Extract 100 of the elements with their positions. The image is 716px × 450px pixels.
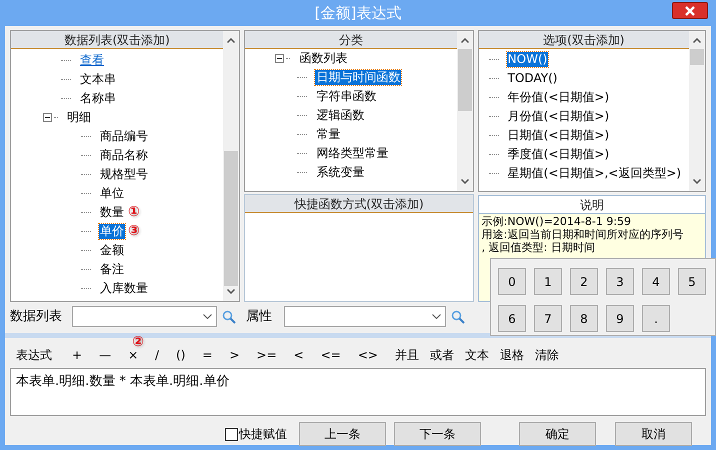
keypad-key[interactable]: 0 bbox=[498, 268, 526, 295]
tree-connector bbox=[81, 174, 91, 175]
search-icon[interactable] bbox=[451, 310, 465, 324]
operator-button[interactable]: >= bbox=[252, 347, 281, 363]
dialog-button[interactable]: 上一条 bbox=[299, 422, 386, 446]
tree-item[interactable]: 网络类型常量 bbox=[315, 146, 390, 161]
tree-item[interactable]: 系统变量 bbox=[315, 165, 366, 180]
operator-button[interactable]: () bbox=[172, 347, 190, 363]
dialog-button[interactable]: 下一条 bbox=[394, 422, 481, 446]
tree-connector bbox=[81, 288, 91, 289]
tree-item[interactable]: 金额 bbox=[99, 243, 125, 258]
tree-item[interactable]: 日期值(<日期值>) bbox=[506, 128, 610, 143]
tree-item[interactable]: 日期与时间函数 bbox=[315, 70, 402, 85]
tree-item[interactable]: 逻辑函数 bbox=[315, 108, 366, 123]
scroll-up-icon[interactable] bbox=[692, 38, 701, 43]
tree-item[interactable]: 数量 bbox=[99, 205, 125, 220]
tree-connector bbox=[488, 97, 499, 98]
collapse-icon[interactable] bbox=[43, 113, 52, 122]
scroll-up-icon[interactable] bbox=[460, 38, 469, 43]
tree-item[interactable]: 备注 bbox=[99, 262, 125, 277]
tree-item[interactable]: 名称串 bbox=[79, 91, 117, 106]
operator-button[interactable]: <= bbox=[316, 347, 345, 363]
keypad-key[interactable]: 5 bbox=[678, 268, 706, 295]
scroll-thumb[interactable] bbox=[690, 49, 704, 65]
tree-connector bbox=[61, 60, 71, 61]
tree-connector bbox=[61, 98, 71, 99]
dialog-button[interactable]: 取消 bbox=[615, 422, 692, 446]
keypad-key[interactable]: 1 bbox=[534, 268, 562, 295]
tree-item[interactable]: 月份值(<日期值>) bbox=[506, 109, 610, 124]
tree-item[interactable]: 商品名称 bbox=[99, 148, 149, 163]
operator-button[interactable]: 清除 bbox=[530, 347, 563, 363]
tree-item[interactable]: 规格型号 bbox=[99, 167, 149, 182]
operator-button[interactable]: 并且 bbox=[390, 347, 423, 363]
tree-item[interactable]: 商品编号 bbox=[99, 129, 149, 144]
operator-button[interactable]: <> bbox=[354, 347, 382, 363]
operator-button[interactable]: 退格 bbox=[496, 347, 528, 363]
tree-item[interactable]: 字符串函数 bbox=[315, 89, 378, 104]
tree-item[interactable]: 函数列表 bbox=[298, 51, 348, 66]
operator-button[interactable]: + bbox=[68, 347, 86, 363]
keypad-key[interactable]: 6 bbox=[498, 305, 526, 332]
tree-item[interactable]: 文本串 bbox=[79, 72, 117, 87]
scroll-thumb[interactable] bbox=[224, 151, 238, 286]
tree-connector bbox=[61, 79, 71, 80]
tree-connector bbox=[81, 231, 91, 232]
operator-button[interactable]: — bbox=[95, 347, 116, 363]
operator-button[interactable]: 或者 bbox=[426, 347, 458, 363]
close-button[interactable] bbox=[672, 2, 708, 19]
tree-item[interactable]: 单价 bbox=[99, 224, 125, 239]
close-icon bbox=[685, 6, 695, 16]
keypad-key[interactable]: . bbox=[642, 305, 670, 332]
tree-connector bbox=[286, 58, 290, 59]
filter-label: 属性 bbox=[246, 308, 273, 326]
tree-item[interactable]: TODAY() bbox=[506, 71, 558, 86]
tree-item[interactable]: 季度值(<日期值>) bbox=[506, 147, 610, 162]
tree-connector bbox=[81, 155, 91, 156]
scrollbar[interactable] bbox=[223, 31, 240, 301]
tree-connector bbox=[81, 250, 91, 251]
tree-item[interactable]: NOW() bbox=[506, 52, 548, 67]
scroll-thumb[interactable] bbox=[458, 49, 472, 111]
operator-button[interactable]: / bbox=[150, 347, 164, 363]
tree-link[interactable]: 查看 bbox=[79, 53, 105, 68]
filter-label: 数据列表 bbox=[10, 308, 63, 326]
scroll-up-icon[interactable] bbox=[227, 38, 236, 43]
tree-item[interactable]: 常量 bbox=[315, 127, 342, 142]
tree-connector bbox=[488, 173, 499, 174]
tree-connector bbox=[297, 115, 308, 116]
keypad-key[interactable]: 8 bbox=[570, 305, 598, 332]
tree-connector bbox=[488, 78, 499, 79]
dialog-button[interactable]: 确定 bbox=[519, 422, 596, 446]
panel-header: 说明 bbox=[478, 196, 705, 214]
tree-item[interactable]: 星期值(<日期值>,<返回类型>) bbox=[506, 166, 682, 181]
collapse-icon[interactable] bbox=[275, 54, 284, 63]
scroll-down-icon[interactable] bbox=[227, 289, 236, 294]
keypad-key[interactable]: 3 bbox=[606, 268, 634, 295]
description-text: 示例:NOW()=2014-8-1 9:59 bbox=[482, 215, 632, 228]
tree-item[interactable]: 入库数量 bbox=[99, 281, 149, 296]
checkbox[interactable] bbox=[225, 428, 238, 440]
tree-connector bbox=[297, 77, 308, 78]
scrollbar[interactable] bbox=[456, 31, 473, 191]
scroll-down-icon[interactable] bbox=[692, 179, 701, 184]
tree-item[interactable]: 明细 bbox=[66, 110, 92, 125]
scrollbar[interactable] bbox=[688, 31, 705, 191]
operator-button[interactable]: 文本 bbox=[460, 347, 493, 363]
scroll-down-icon[interactable] bbox=[460, 179, 469, 184]
tree-connector bbox=[81, 269, 91, 270]
tree-connector bbox=[81, 212, 91, 213]
operator-button[interactable]: > bbox=[225, 347, 244, 363]
window-title: [金额]表达式 bbox=[314, 4, 402, 22]
description-text: , 返回值类型: 日期时间 bbox=[482, 241, 596, 254]
keypad-key[interactable]: 2 bbox=[570, 268, 598, 295]
keypad-key[interactable]: 7 bbox=[534, 305, 562, 332]
tree-item[interactable]: 单位 bbox=[99, 186, 125, 201]
keypad-key[interactable]: 9 bbox=[606, 305, 634, 332]
panel-header: 分类 bbox=[245, 31, 457, 49]
operator-button[interactable]: < bbox=[290, 347, 308, 363]
search-icon[interactable] bbox=[222, 310, 236, 324]
expression-field[interactable]: 本表单.明细.数量 * 本表单.明细.单价 bbox=[10, 368, 706, 416]
tree-item[interactable]: 年份值(<日期值>) bbox=[506, 90, 610, 105]
keypad-key[interactable]: 4 bbox=[642, 268, 670, 295]
operator-button[interactable]: = bbox=[198, 347, 216, 363]
